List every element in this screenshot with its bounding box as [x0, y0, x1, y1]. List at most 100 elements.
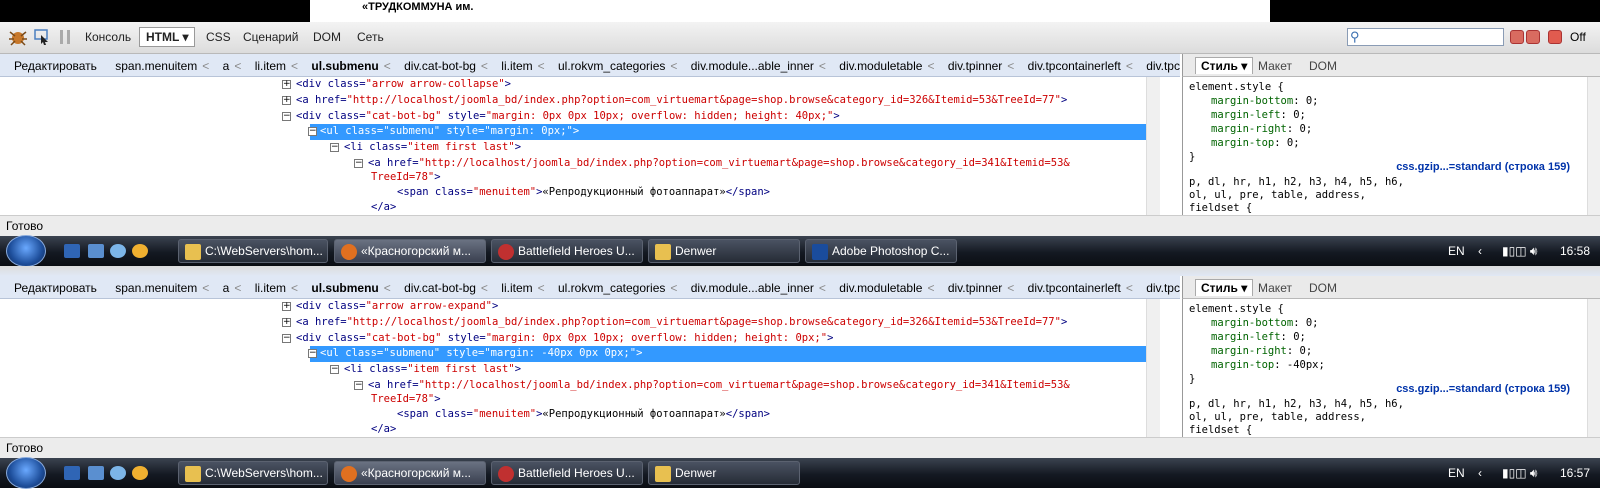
code-line[interactable]: <a href="http://localhost/joomla_bd/inde…	[296, 93, 1067, 108]
power-icon[interactable]	[1548, 30, 1562, 44]
language-indicator[interactable]: EN	[1448, 244, 1465, 258]
breadcrumb-item[interactable]: a	[223, 281, 230, 295]
breadcrumb-item[interactable]: div.cat-bot-bg	[404, 59, 476, 73]
tab-console[interactable]: Консоль	[85, 30, 131, 44]
code-line[interactable]: <a href="http://localhost/joomla_bd/inde…	[296, 315, 1067, 330]
css-rule[interactable]: margin-top: -40px;	[1211, 358, 1325, 372]
taskbar-button-active[interactable]: «Красногорский м...	[334, 239, 486, 263]
breadcrumb-item[interactable]: div.tpcont...	[1146, 59, 1180, 73]
breadcrumb-item[interactable]: Редактировать	[14, 59, 97, 73]
inspect-element-icon[interactable]	[34, 29, 50, 45]
tab-net[interactable]: Сеть	[357, 30, 384, 44]
expand-icon[interactable]: +	[282, 318, 291, 327]
clock[interactable]: 16:57	[1560, 466, 1590, 480]
breadcrumb-item[interactable]: div.module...able_inner	[691, 59, 814, 73]
tray-expand-icon[interactable]: ‹	[1478, 244, 1482, 258]
code-line[interactable]: <div class="cat-bot-bg" style="margin: 0…	[296, 331, 833, 346]
start-button[interactable]	[6, 457, 46, 489]
collapse-icon[interactable]: −	[330, 143, 339, 152]
tab-dom[interactable]: DOM	[313, 30, 341, 44]
search-input[interactable]: ⚲	[1347, 28, 1504, 46]
breadcrumb-item[interactable]: div.cat-bot-bg	[404, 281, 476, 295]
breadcrumb-item[interactable]: li.item	[501, 59, 532, 73]
collapse-icon[interactable]: −	[354, 159, 363, 168]
breadcrumb-item[interactable]: ul.rokvm_categories	[558, 59, 665, 73]
style-scrollbar[interactable]	[1587, 77, 1600, 215]
collapse-icon[interactable]: −	[282, 334, 291, 343]
collapse-icon[interactable]: −	[330, 365, 339, 374]
style-scrollbar[interactable]	[1587, 299, 1600, 437]
tray-icons[interactable]: ▮▯◫ 🔊︎	[1502, 466, 1537, 481]
css-rule[interactable]: margin-left: 0;	[1211, 108, 1306, 122]
tab-script[interactable]: Сценарий	[243, 30, 298, 44]
breadcrumb-item[interactable]: span.menuitem	[115, 281, 197, 295]
css-rule[interactable]: margin-bottom: 0;	[1211, 94, 1319, 108]
taskbar-button-active[interactable]: «Красногорский м...	[334, 461, 486, 485]
tab-style[interactable]: Стиль ▾	[1195, 279, 1254, 296]
code-line[interactable]: <li class="item first last">	[344, 362, 521, 377]
breadcrumb-item-current[interactable]: ul.submenu	[311, 281, 378, 295]
code-line[interactable]: <a href="http://localhost/joomla_bd/inde…	[368, 378, 1070, 393]
css-rule[interactable]: margin-left: 0;	[1211, 330, 1306, 344]
breadcrumb-item[interactable]: div.module...able_inner	[691, 281, 814, 295]
code-line[interactable]: </a>	[371, 422, 396, 437]
breadcrumb-item[interactable]: Редактировать	[14, 281, 97, 295]
css-rule[interactable]: margin-right: 0;	[1211, 122, 1312, 136]
tab-html[interactable]: HTML ▾	[139, 27, 196, 47]
taskbar-button[interactable]: Battlefield Heroes U...	[491, 239, 643, 263]
switch-windows-icon[interactable]	[88, 244, 104, 258]
code-line[interactable]: <li class="item first last">	[344, 140, 521, 155]
breadcrumb-item[interactable]: ul.rokvm_categories	[558, 281, 665, 295]
collapse-icon[interactable]: −	[308, 127, 317, 136]
tab-style[interactable]: Стиль ▾	[1195, 57, 1254, 74]
tray-icons[interactable]: ▮▯◫ 🔊︎	[1502, 244, 1537, 259]
breadcrumb-item[interactable]: span.menuitem	[115, 59, 197, 73]
taskbar-button[interactable]: Denwer	[648, 239, 800, 263]
breadcrumb-item[interactable]: li.item	[255, 281, 286, 295]
selected-node-row[interactable]: − <ul class="submenu" style="margin: -40…	[308, 346, 1158, 362]
tab-layout[interactable]: Макет	[1258, 59, 1292, 73]
collapse-icon[interactable]: −	[354, 381, 363, 390]
show-desktop-icon[interactable]	[64, 244, 80, 258]
switch-windows-icon[interactable]	[88, 466, 104, 480]
messenger-icon[interactable]	[132, 466, 148, 480]
pause-icon[interactable]	[60, 30, 70, 44]
expand-icon[interactable]: +	[282, 80, 291, 89]
messenger-icon[interactable]	[132, 244, 148, 258]
html-scrollbar[interactable]	[1146, 299, 1160, 437]
taskbar-button[interactable]: C:\WebServers\hom...	[178, 461, 328, 485]
breadcrumb-item[interactable]: div.tpinner	[948, 281, 1002, 295]
minimize-icon[interactable]	[1510, 30, 1524, 44]
collapse-icon[interactable]: −	[282, 112, 291, 121]
language-indicator[interactable]: EN	[1448, 466, 1465, 480]
code-line[interactable]: </a>	[371, 200, 396, 215]
breadcrumb-item[interactable]: div.tpinner	[948, 59, 1002, 73]
selected-node-row[interactable]: − <ul class="submenu" style="margin: 0px…	[308, 124, 1158, 140]
code-line[interactable]: <span class="menuitem">«Репродукционный …	[397, 185, 770, 200]
breadcrumb-item[interactable]: div.moduletable	[839, 59, 922, 73]
firebug-icon[interactable]	[8, 28, 28, 46]
breadcrumb-item[interactable]: div.tpcontainerleft	[1028, 59, 1121, 73]
html-scrollbar[interactable]	[1146, 77, 1160, 215]
ie-icon[interactable]	[110, 244, 126, 258]
code-line[interactable]: <div class="arrow arrow-expand">	[296, 299, 498, 314]
css-source-link[interactable]: css.gzip...=standard (строка 159)	[1396, 383, 1570, 395]
breadcrumb-item[interactable]: li.item	[501, 281, 532, 295]
breadcrumb-item-current[interactable]: ul.submenu	[311, 59, 378, 73]
start-button[interactable]	[6, 235, 46, 267]
tab-layout[interactable]: Макет	[1258, 281, 1292, 295]
ie-icon[interactable]	[110, 466, 126, 480]
breadcrumb-item[interactable]: a	[223, 59, 230, 73]
taskbar-button[interactable]: Denwer	[648, 461, 800, 485]
breadcrumb-item[interactable]: li.item	[255, 59, 286, 73]
tab-side-dom[interactable]: DOM	[1309, 59, 1337, 73]
clock[interactable]: 16:58	[1560, 244, 1590, 258]
off-label[interactable]: Off	[1570, 30, 1586, 44]
breadcrumb-item[interactable]: div.tpcont...	[1146, 281, 1180, 295]
collapse-icon[interactable]: −	[308, 349, 317, 358]
show-desktop-icon[interactable]	[64, 466, 80, 480]
taskbar-button[interactable]: C:\WebServers\hom...	[178, 239, 328, 263]
tray-expand-icon[interactable]: ‹	[1478, 466, 1482, 480]
css-rule[interactable]: margin-top: 0;	[1211, 136, 1300, 150]
css-rule[interactable]: margin-right: 0;	[1211, 344, 1312, 358]
